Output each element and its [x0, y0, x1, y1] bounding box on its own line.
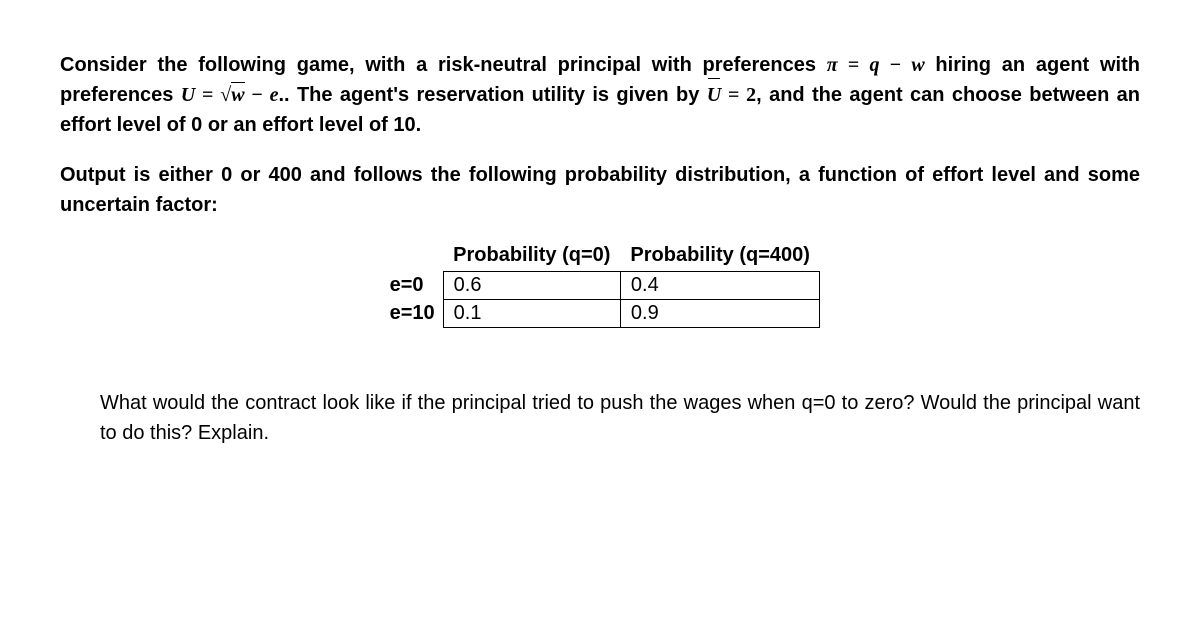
cell-e0-q0: 0.6	[443, 272, 620, 300]
probability-table-wrap: Probability (q=0) Probability (q=400) e=…	[60, 240, 1140, 328]
table-row: e=0 0.6 0.4	[380, 272, 820, 300]
math-minus: −	[879, 54, 911, 76]
sqrt-arg-w: w	[231, 84, 244, 106]
paragraph-setup: Consider the following game, with a risk…	[60, 50, 1140, 140]
math-U: U	[181, 84, 195, 106]
text-segment: The agent's reservation utility is given…	[290, 84, 707, 106]
math-w: w	[911, 54, 924, 76]
math-minus: −	[245, 84, 270, 106]
table-row: e=10 0.1 0.9	[380, 300, 820, 328]
question-wrap: What would the contract look like if the…	[60, 388, 1140, 448]
sqrt-symbol: √	[220, 84, 231, 106]
math-val: 2	[746, 84, 756, 106]
math-eq: =	[721, 84, 746, 106]
text-dots: ..	[278, 84, 289, 106]
math-pi: π	[827, 54, 838, 76]
table-header-q400: Probability (q=400)	[620, 240, 820, 272]
table-header-q0: Probability (q=0)	[443, 240, 620, 272]
cell-e10-q0: 0.1	[443, 300, 620, 328]
question-text: What would the contract look like if the…	[100, 388, 1140, 448]
math-eq: =	[838, 54, 870, 76]
text-segment: Consider the following game, with a risk…	[60, 54, 827, 76]
row-label-e10: e=10	[380, 300, 444, 328]
math-q: q	[869, 54, 879, 76]
math-Ubar: U	[707, 80, 721, 110]
probability-table: Probability (q=0) Probability (q=400) e=…	[380, 240, 821, 328]
cell-e10-q400: 0.9	[620, 300, 820, 328]
cell-e0-q400: 0.4	[620, 272, 820, 300]
row-label-e0: e=0	[380, 272, 444, 300]
math-eq: =	[195, 84, 220, 106]
paragraph-output: Output is either 0 or 400 and follows th…	[60, 160, 1140, 220]
table-header-empty	[380, 240, 444, 272]
